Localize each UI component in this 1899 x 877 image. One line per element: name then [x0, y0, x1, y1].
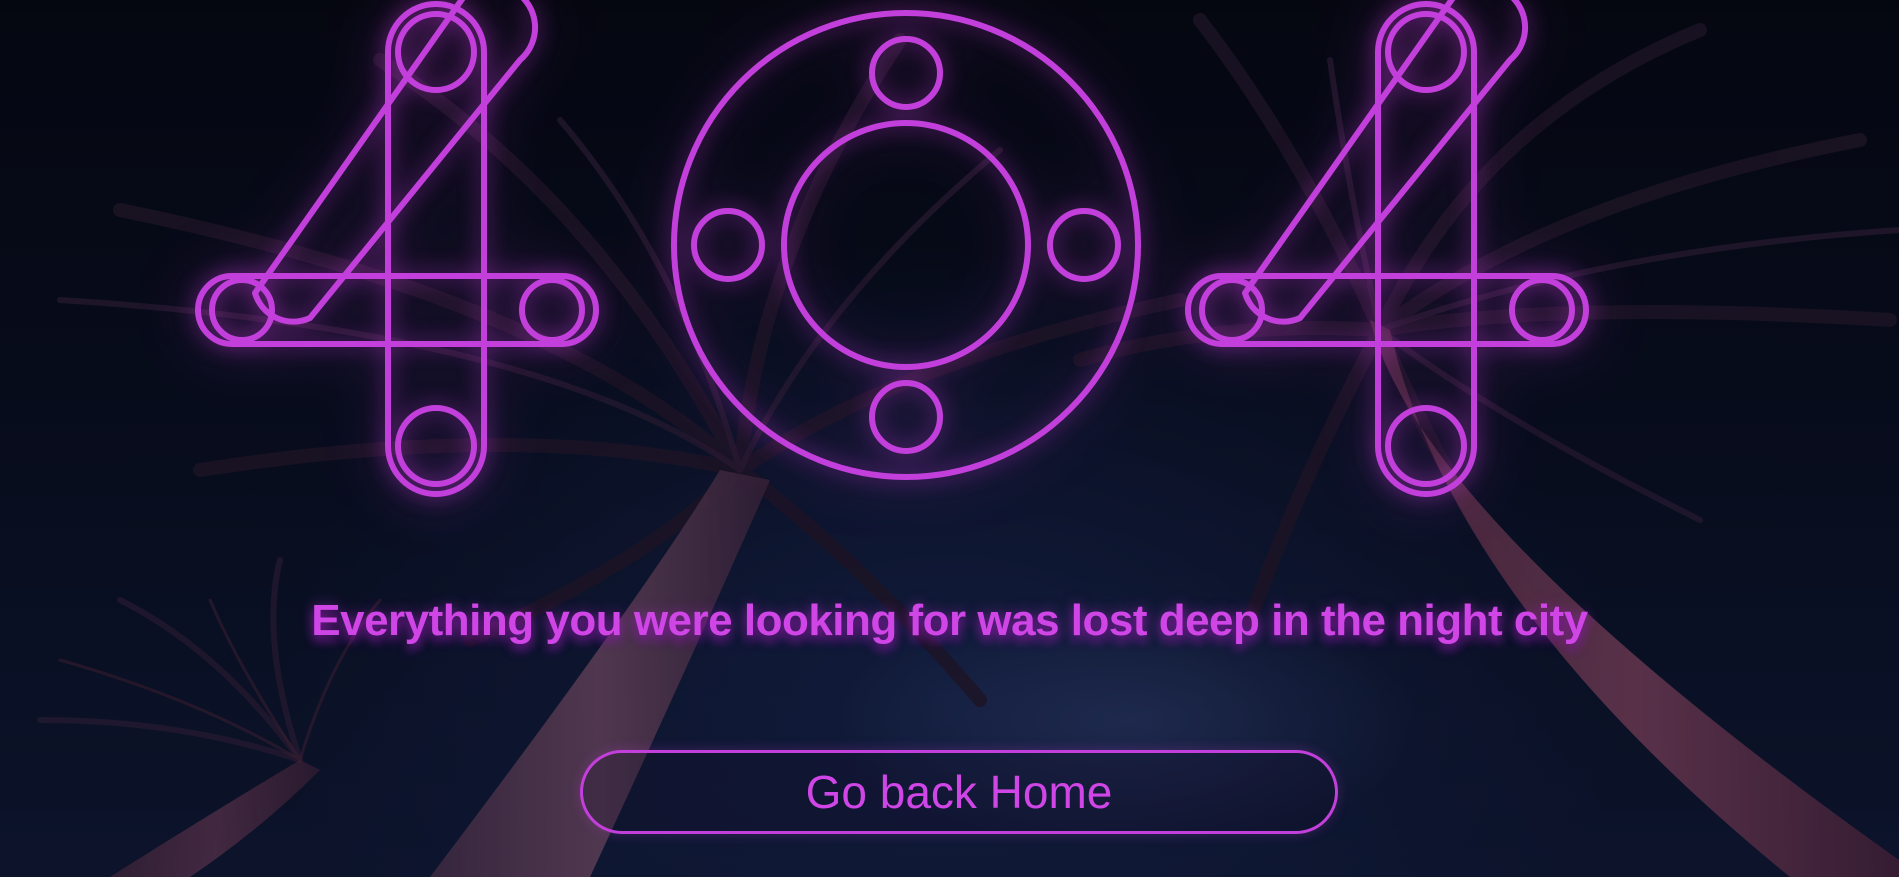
- not-found-page: Everything you were looking for was lost…: [0, 0, 1899, 877]
- digit-zero-icon: [671, 10, 1141, 480]
- go-back-home-button[interactable]: Go back Home: [580, 750, 1338, 834]
- digit-four-left-icon: [195, 0, 599, 497]
- neon-404-icon: [195, 0, 1589, 497]
- digit-four-right-icon: [1185, 0, 1589, 497]
- error-message: Everything you were looking for was lost…: [311, 596, 1588, 645]
